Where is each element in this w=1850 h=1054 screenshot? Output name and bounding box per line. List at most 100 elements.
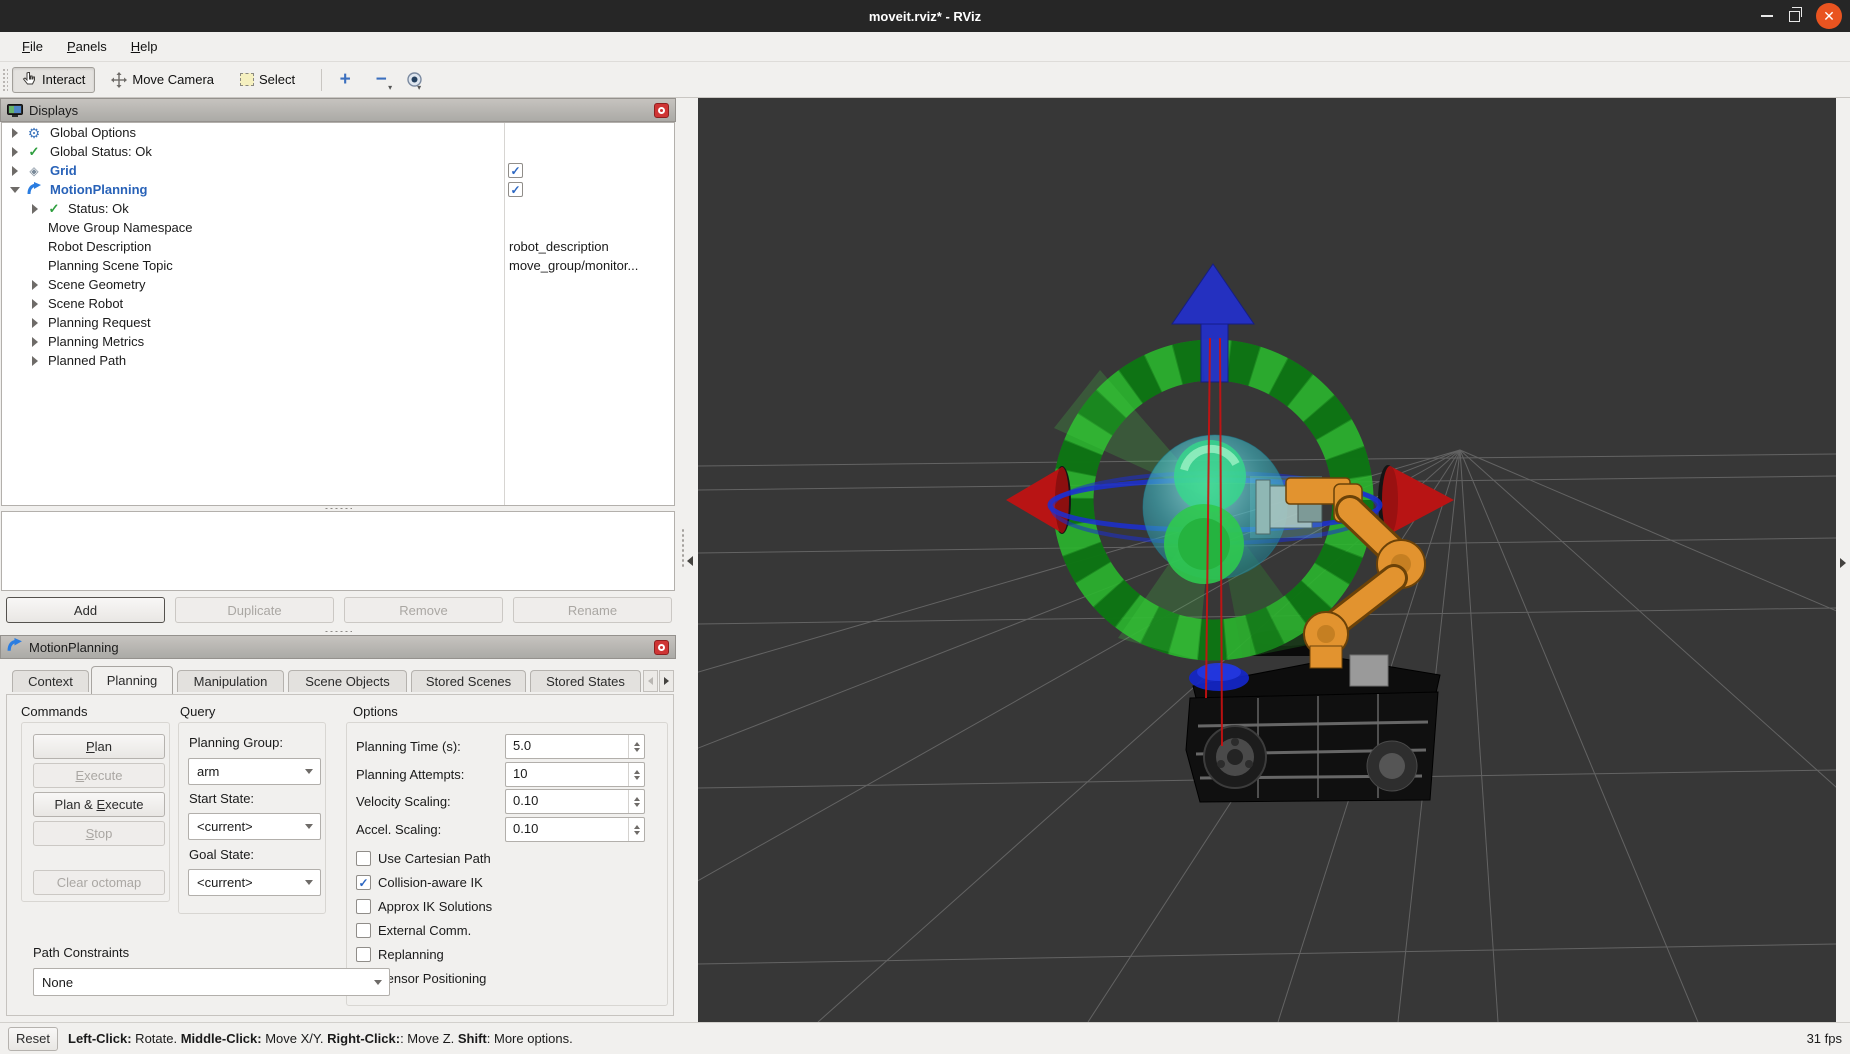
spinner-arrows-icon[interactable] — [628, 790, 644, 813]
tab-manipulation[interactable]: Manipulation — [177, 670, 284, 692]
rename-display-button[interactable]: Rename — [513, 597, 672, 623]
tree-row-status-ok[interactable]: ✓ Status: Ok — [2, 199, 674, 218]
motionplanning-panel-header[interactable]: MotionPlanning — [0, 635, 676, 659]
path-constraints-combo[interactable]: None — [33, 968, 390, 996]
external-comm-checkbox[interactable]: External Comm. — [356, 923, 471, 938]
planning-attempts-spinbox[interactable]: 10 — [505, 762, 645, 787]
close-icon[interactable]: ✕ — [1816, 3, 1842, 29]
plan-button[interactable]: Plan — [33, 734, 165, 759]
tree-row-motionplanning[interactable]: MotionPlanning — [2, 180, 674, 199]
expander-icon[interactable] — [30, 336, 40, 347]
restore-icon[interactable] — [1789, 6, 1802, 22]
planning-group-label: Planning Group: — [189, 735, 283, 750]
robot-description-value[interactable]: robot_description — [509, 239, 609, 254]
tab-planning[interactable]: Planning — [91, 666, 173, 694]
viewport-right-splitter[interactable] — [1836, 98, 1850, 1022]
tree-row-planning-scene-topic[interactable]: Planning Scene Topic move_group/monitor.… — [2, 256, 674, 275]
stop-button[interactable]: Stop — [33, 821, 165, 846]
expander-icon[interactable] — [30, 203, 40, 214]
move-camera-tool-button[interactable]: Move Camera — [101, 67, 224, 93]
replanning-checkbox[interactable]: Replanning — [356, 947, 444, 962]
tree-row-global-options[interactable]: ⚙ Global Options — [2, 123, 674, 142]
titlebar[interactable]: moveit.rviz* - RViz ✕ — [0, 0, 1850, 32]
interact-tool-button[interactable]: Interact — [12, 66, 96, 93]
chevron-down-icon — [298, 880, 320, 885]
plan-and-execute-button[interactable]: Plan & Execute — [33, 792, 165, 817]
chevron-down-icon — [298, 769, 320, 774]
zoom-dropdown-arrow-icon[interactable]: ▾ — [388, 83, 392, 92]
focus-dropdown-arrow-icon[interactable]: ▾ — [417, 83, 421, 92]
expander-icon[interactable] — [30, 298, 40, 309]
tab-context[interactable]: Context — [12, 670, 89, 692]
use-cartesian-path-checkbox[interactable]: Use Cartesian Path — [356, 851, 491, 866]
tree-row-planning-request[interactable]: Planning Request — [2, 313, 674, 332]
collapse-left-icon[interactable] — [687, 556, 693, 566]
chevron-down-icon — [298, 824, 320, 829]
velocity-scaling-spinbox[interactable]: 0.10 — [505, 789, 645, 814]
tree-row-planned-path[interactable]: Planned Path — [2, 351, 674, 370]
execute-button[interactable]: Execute — [33, 763, 165, 788]
planning-group-combo[interactable]: arm — [188, 758, 321, 785]
tree-row-robot-description[interactable]: Robot Description robot_description — [2, 237, 674, 256]
chevron-down-icon — [367, 979, 389, 985]
3d-viewport[interactable] — [0, 98, 1850, 1023]
grid-enabled-checkbox[interactable] — [508, 163, 523, 178]
duplicate-display-button[interactable]: Duplicate — [175, 597, 334, 623]
tab-scroll-right-icon[interactable] — [659, 670, 674, 692]
motionplanning-enabled-checkbox[interactable] — [508, 182, 523, 197]
motionplanning-splitter[interactable] — [0, 629, 676, 634]
displays-close-icon[interactable] — [654, 102, 669, 118]
spinner-arrows-icon[interactable] — [628, 763, 644, 786]
menu-panels[interactable]: Panels — [57, 35, 117, 58]
gear-icon: ⚙ — [27, 124, 41, 141]
tree-row-grid[interactable]: ◈ Grid — [2, 161, 674, 180]
splitter-handle[interactable] — [681, 528, 685, 568]
expander-icon[interactable] — [30, 279, 40, 290]
tree-row-global-status[interactable]: ✓ Global Status: Ok — [2, 142, 674, 161]
expander-icon[interactable] — [10, 127, 20, 138]
expander-icon[interactable] — [30, 317, 40, 328]
accel-scaling-spinbox[interactable]: 0.10 — [505, 817, 645, 842]
displays-panel-header[interactable]: Displays — [0, 98, 676, 122]
start-state-combo[interactable]: <current> — [188, 813, 321, 840]
clear-octomap-button[interactable]: Clear octomap — [33, 870, 165, 895]
toolbar-grip[interactable] — [2, 67, 8, 92]
goal-state-combo[interactable]: <current> — [188, 869, 321, 896]
viewport-help-text: Left-Click: Rotate. Middle-Click: Move X… — [68, 1031, 573, 1046]
menu-help[interactable]: Help — [121, 35, 168, 58]
tab-scene-objects[interactable]: Scene Objects — [288, 670, 407, 692]
menu-file[interactable]: File — [12, 35, 53, 58]
tree-row-move-group-namespace[interactable]: Move Group Namespace — [2, 218, 674, 237]
add-display-button[interactable]: Add — [6, 597, 165, 623]
reset-button[interactable]: Reset — [8, 1026, 58, 1051]
spinner-arrows-icon[interactable] — [628, 818, 644, 841]
goal-state-label: Goal State: — [189, 847, 255, 862]
options-group-label: Options — [353, 704, 398, 719]
minimize-icon[interactable] — [1761, 15, 1773, 17]
grid-icon: ◈ — [29, 163, 39, 178]
motionplanning-close-icon[interactable] — [654, 639, 669, 655]
motion-icon — [7, 637, 23, 657]
expander-icon[interactable] — [10, 165, 20, 176]
toolbar: Interact Move Camera Select + − ▾ ▾ — [0, 62, 1850, 98]
expander-icon[interactable] — [10, 185, 20, 195]
select-tool-button[interactable]: Select — [230, 67, 305, 92]
collapse-right-icon[interactable] — [1840, 558, 1846, 568]
tab-scroll-left-icon[interactable] — [643, 670, 658, 692]
zoom-in-icon[interactable]: + — [332, 69, 358, 91]
expander-icon[interactable] — [30, 355, 40, 366]
viewport-left-splitter[interactable] — [676, 98, 698, 1022]
tree-row-planning-metrics[interactable]: Planning Metrics — [2, 332, 674, 351]
planning-time-spinbox[interactable]: 5.0 — [505, 734, 645, 759]
planning-scene-topic-value[interactable]: move_group/monitor... — [509, 258, 638, 273]
expander-icon[interactable] — [10, 146, 20, 157]
collision-aware-ik-checkbox[interactable]: Collision-aware IK — [356, 875, 483, 890]
tree-row-scene-geometry[interactable]: Scene Geometry — [2, 275, 674, 294]
spinner-arrows-icon[interactable] — [628, 735, 644, 758]
remove-display-button[interactable]: Remove — [344, 597, 503, 623]
tab-stored-scenes[interactable]: Stored Scenes — [411, 670, 526, 692]
approx-ik-solutions-checkbox[interactable]: Approx IK Solutions — [356, 899, 492, 914]
displays-help-area — [1, 511, 675, 591]
tab-stored-states[interactable]: Stored States — [530, 670, 641, 692]
tree-row-scene-robot[interactable]: Scene Robot — [2, 294, 674, 313]
